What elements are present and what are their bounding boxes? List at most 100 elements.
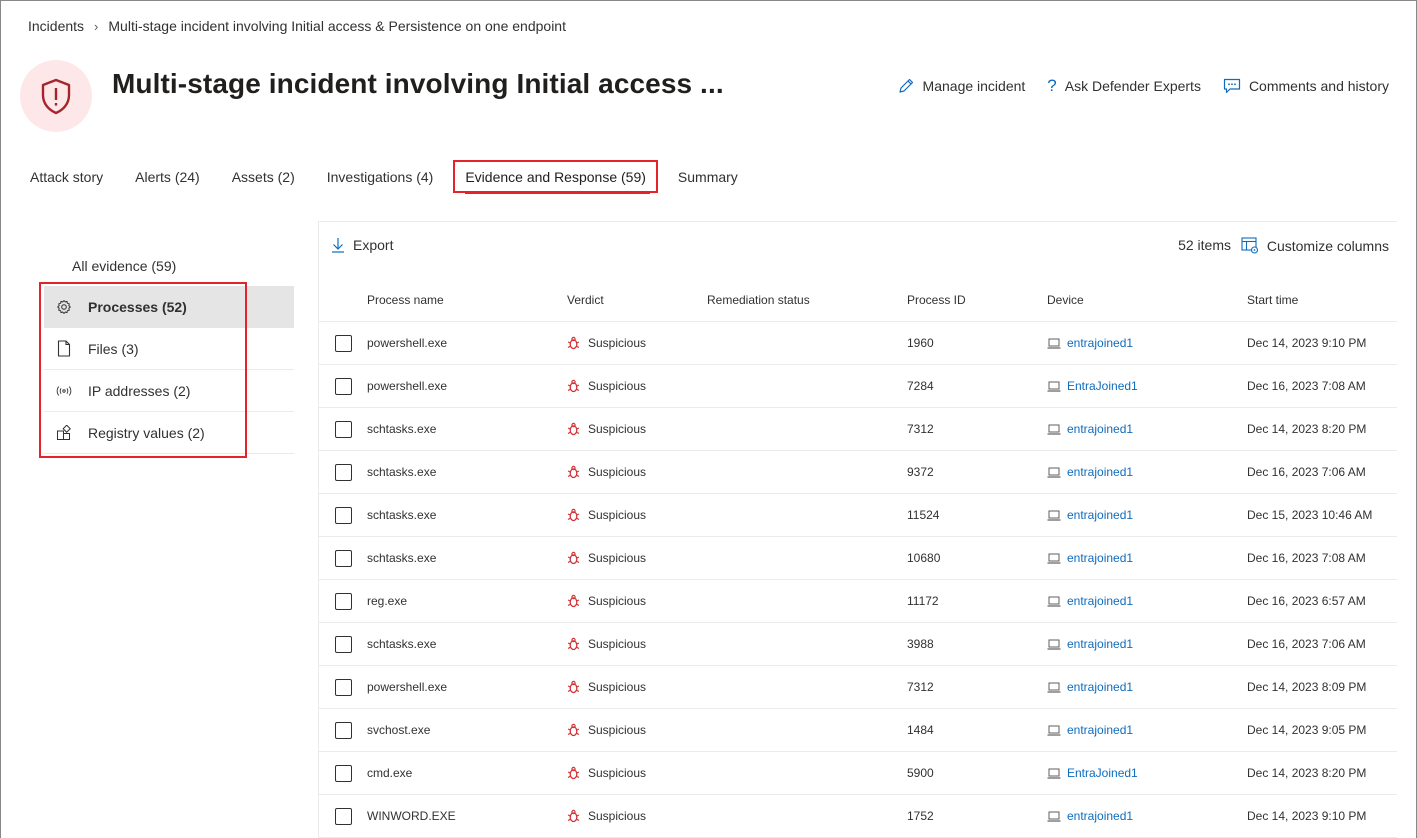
row-checkbox[interactable] bbox=[335, 636, 352, 653]
bug-icon bbox=[567, 336, 580, 350]
table-row[interactable]: WINWORD.EXE Suspicious 1752 entrajoined1 Dec… bbox=[319, 795, 1397, 838]
column-header-process-id[interactable]: Process ID bbox=[907, 293, 966, 307]
device-link[interactable]: entrajoined1 bbox=[1067, 594, 1133, 608]
row-checkbox[interactable] bbox=[335, 550, 352, 567]
incident-badge bbox=[20, 60, 92, 132]
sidebar-item-label: Registry values (2) bbox=[88, 424, 205, 441]
verdict-label: Suspicious bbox=[588, 637, 647, 651]
row-checkbox[interactable] bbox=[335, 421, 352, 438]
device-link[interactable]: entrajoined1 bbox=[1067, 508, 1133, 522]
device-link[interactable]: entrajoined1 bbox=[1067, 465, 1133, 479]
device-link[interactable]: entrajoined1 bbox=[1067, 551, 1133, 565]
device-cell: entrajoined1 bbox=[1047, 594, 1133, 608]
row-checkbox[interactable] bbox=[335, 593, 352, 610]
tab-attack-story[interactable]: Attack story bbox=[18, 160, 115, 193]
process-name-cell: schtasks.exe bbox=[367, 465, 437, 479]
verdict-cell: Suspicious bbox=[567, 422, 646, 436]
start-time-cell: Dec 14, 2023 8:09 PM bbox=[1247, 680, 1367, 694]
process-id-cell: 11172 bbox=[907, 594, 939, 608]
device-link[interactable]: entrajoined1 bbox=[1067, 809, 1133, 823]
tab-assets[interactable]: Assets (2) bbox=[220, 160, 307, 193]
column-header-process-name[interactable]: Process name bbox=[367, 293, 444, 307]
process-id-cell: 1960 bbox=[907, 336, 934, 350]
manage-incident-button[interactable]: Manage incident bbox=[897, 76, 1025, 96]
header-actions: Manage incident ? Ask Defender Experts C… bbox=[897, 76, 1389, 96]
device-cell: entrajoined1 bbox=[1047, 508, 1133, 522]
table-row[interactable]: schtasks.exe Suspicious 9372 entrajoined1 De… bbox=[319, 451, 1397, 494]
sidebar-item-processes[interactable]: Processes (52) bbox=[44, 286, 294, 328]
comments-history-button[interactable]: Comments and history bbox=[1223, 76, 1389, 96]
items-count: 52 items bbox=[1178, 237, 1231, 253]
table-row[interactable]: schtasks.exe Suspicious 7312 entrajoined1 De… bbox=[319, 408, 1397, 451]
tab-investigations[interactable]: Investigations (4) bbox=[315, 160, 446, 193]
customize-columns-button[interactable]: Customize columns bbox=[1241, 237, 1389, 254]
verdict-cell: Suspicious bbox=[567, 508, 646, 522]
row-checkbox[interactable] bbox=[335, 378, 352, 395]
evidence-table-panel: Export 52 items Customize columns Proces… bbox=[318, 221, 1397, 838]
table-row[interactable]: powershell.exe Suspicious 1960 entrajoined1… bbox=[319, 322, 1397, 365]
row-checkbox[interactable] bbox=[335, 722, 352, 739]
tab-alerts[interactable]: Alerts (24) bbox=[123, 160, 212, 193]
process-id-cell: 1484 bbox=[907, 723, 934, 737]
verdict-label: Suspicious bbox=[588, 336, 647, 350]
device-cell: entrajoined1 bbox=[1047, 422, 1133, 436]
device-link[interactable]: entrajoined1 bbox=[1067, 336, 1133, 350]
all-evidence-link[interactable]: All evidence (59) bbox=[72, 258, 176, 274]
tab-evidence-and-response[interactable]: Evidence and Response (59) bbox=[453, 160, 658, 194]
download-icon bbox=[332, 238, 344, 253]
table-row[interactable]: schtasks.exe Suspicious 11524 entrajoined1 D… bbox=[319, 494, 1397, 537]
row-checkbox[interactable] bbox=[335, 507, 352, 524]
device-link[interactable]: EntraJoined1 bbox=[1067, 766, 1138, 780]
gear-icon bbox=[56, 299, 72, 315]
device-link[interactable]: entrajoined1 bbox=[1067, 422, 1133, 436]
laptop-icon bbox=[1047, 811, 1061, 822]
process-name-cell: reg.exe bbox=[367, 594, 408, 608]
device-link[interactable]: entrajoined1 bbox=[1067, 637, 1133, 651]
tab-summary[interactable]: Summary bbox=[666, 160, 750, 193]
export-button[interactable]: Export bbox=[331, 237, 393, 253]
table-row[interactable]: schtasks.exe Suspicious 3988 entrajoined1 De… bbox=[319, 623, 1397, 666]
start-time-cell: Dec 16, 2023 7:08 AM bbox=[1247, 551, 1366, 565]
sidebar-item-files[interactable]: Files (3) bbox=[44, 328, 294, 370]
sidebar-item-registry-values[interactable]: Registry values (2) bbox=[44, 412, 294, 454]
column-header-start-time[interactable]: Start time bbox=[1247, 293, 1298, 307]
row-checkbox[interactable] bbox=[335, 808, 352, 825]
device-link[interactable]: entrajoined1 bbox=[1067, 680, 1133, 694]
device-link[interactable]: entrajoined1 bbox=[1067, 723, 1133, 737]
start-time-cell: Dec 14, 2023 9:05 PM bbox=[1247, 723, 1367, 737]
bug-icon bbox=[567, 680, 580, 694]
start-time-cell: Dec 14, 2023 9:10 PM bbox=[1247, 809, 1367, 823]
bug-icon bbox=[567, 594, 580, 608]
start-time-cell: Dec 16, 2023 6:57 AM bbox=[1247, 594, 1366, 608]
chevron-right-icon: › bbox=[94, 18, 99, 34]
column-header-device[interactable]: Device bbox=[1047, 293, 1084, 307]
table-row[interactable]: schtasks.exe Suspicious 10680 entrajoined1 D… bbox=[319, 537, 1397, 580]
process-id-cell: 7312 bbox=[907, 422, 934, 436]
table-row[interactable]: svchost.exe Suspicious 1484 entrajoined1 Dec… bbox=[319, 709, 1397, 752]
column-header-verdict[interactable]: Verdict bbox=[567, 293, 604, 307]
column-header-remediation-status[interactable]: Remediation status bbox=[707, 293, 810, 307]
verdict-cell: Suspicious bbox=[567, 809, 646, 823]
table-row[interactable]: cmd.exe Suspicious 5900 EntraJoined1 Dec 14,… bbox=[319, 752, 1397, 795]
sidebar-item-ip-addresses[interactable]: IP addresses (2) bbox=[44, 370, 294, 412]
table-row[interactable]: powershell.exe Suspicious 7284 EntraJoined1… bbox=[319, 365, 1397, 408]
device-cell: entrajoined1 bbox=[1047, 465, 1133, 479]
ask-defender-experts-button[interactable]: ? Ask Defender Experts bbox=[1047, 76, 1201, 96]
row-checkbox[interactable] bbox=[335, 464, 352, 481]
start-time-cell: Dec 14, 2023 8:20 PM bbox=[1247, 422, 1367, 436]
table-row[interactable]: reg.exe Suspicious 11172 entrajoined1 Dec 16… bbox=[319, 580, 1397, 623]
row-checkbox[interactable] bbox=[335, 679, 352, 696]
row-checkbox[interactable] bbox=[335, 335, 352, 352]
sidebar-item-label: IP addresses (2) bbox=[88, 382, 191, 399]
row-checkbox[interactable] bbox=[335, 765, 352, 782]
device-link[interactable]: EntraJoined1 bbox=[1067, 379, 1138, 393]
comment-icon bbox=[1223, 78, 1241, 94]
device-cell: EntraJoined1 bbox=[1047, 766, 1138, 780]
bug-icon bbox=[567, 465, 580, 479]
breadcrumb-incidents-link[interactable]: Incidents bbox=[28, 18, 84, 34]
verdict-cell: Suspicious bbox=[567, 766, 646, 780]
bug-icon bbox=[567, 551, 580, 565]
verdict-cell: Suspicious bbox=[567, 680, 646, 694]
page-title: Multi-stage incident involving Initial a… bbox=[112, 68, 724, 99]
table-row[interactable]: powershell.exe Suspicious 7312 entrajoined1… bbox=[319, 666, 1397, 709]
